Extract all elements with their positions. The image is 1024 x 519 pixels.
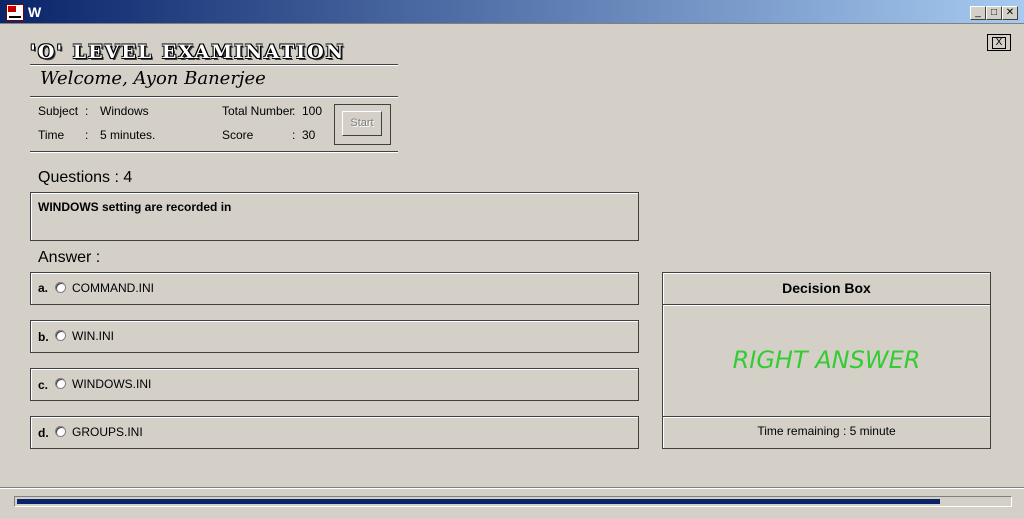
close-icon: X [991, 37, 1007, 49]
option-d-text[interactable]: GROUPS.INI [72, 425, 143, 439]
score-value: 30 [302, 128, 316, 142]
start-button[interactable]: Start [342, 111, 382, 136]
progress-bar [14, 496, 1012, 507]
question-label: Questions : 4 [38, 169, 133, 186]
welcome-text: Welcome, Ayon Banerjee [40, 68, 266, 89]
dialog-close-button[interactable]: X [987, 34, 1011, 51]
option-c-letter: c. [38, 378, 49, 392]
divider [30, 151, 398, 153]
score-label: Score [222, 128, 254, 142]
minimize-button[interactable]: _ [970, 6, 986, 20]
divider [0, 487, 1024, 489]
time-remaining: Time remaining : 5 minute [757, 424, 896, 438]
exam-title: 'O' LEVEL EXAMINATION [30, 41, 346, 63]
divider [30, 96, 398, 98]
window-close-button[interactable]: ✕ [1002, 6, 1018, 20]
subject-label: Subject [38, 104, 79, 118]
decision-result: RIGHT ANSWER [732, 346, 921, 374]
app-icon[interactable] [6, 4, 24, 21]
option-d-letter: d. [38, 426, 49, 440]
option-a-text[interactable]: COMMAND.INI [72, 281, 154, 295]
maximize-button[interactable]: □ [986, 6, 1002, 20]
time-label: Time [38, 128, 65, 142]
option-b-radio[interactable] [55, 330, 66, 341]
question-text: WINDOWS setting are recorded in [38, 200, 232, 214]
option-b-box[interactable] [30, 320, 639, 353]
subject-value: Windows [100, 104, 149, 118]
option-d-radio[interactable] [55, 426, 66, 437]
total-number-separator: : [292, 104, 296, 118]
total-number-label: Total Number [222, 104, 294, 118]
divider [30, 64, 398, 66]
option-a-radio[interactable] [55, 282, 66, 293]
time-separator: : [85, 128, 89, 142]
option-c-radio[interactable] [55, 378, 66, 389]
subject-separator: : [85, 104, 89, 118]
option-b-text[interactable]: WIN.INI [72, 329, 114, 343]
option-a-letter: a. [38, 281, 49, 295]
score-separator: : [292, 128, 296, 142]
total-number-value: 100 [302, 104, 323, 118]
decision-box-title: Decision Box [782, 280, 871, 296]
option-c-text[interactable]: WINDOWS.INI [72, 377, 151, 391]
option-b-letter: b. [38, 330, 49, 344]
answer-label: Answer : [38, 249, 101, 266]
time-value: 5 minutes. [100, 128, 156, 142]
window-titlebar[interactable]: W _ □ ✕ [0, 0, 1024, 24]
progress-fill [17, 499, 940, 504]
window-title: W [28, 4, 42, 20]
